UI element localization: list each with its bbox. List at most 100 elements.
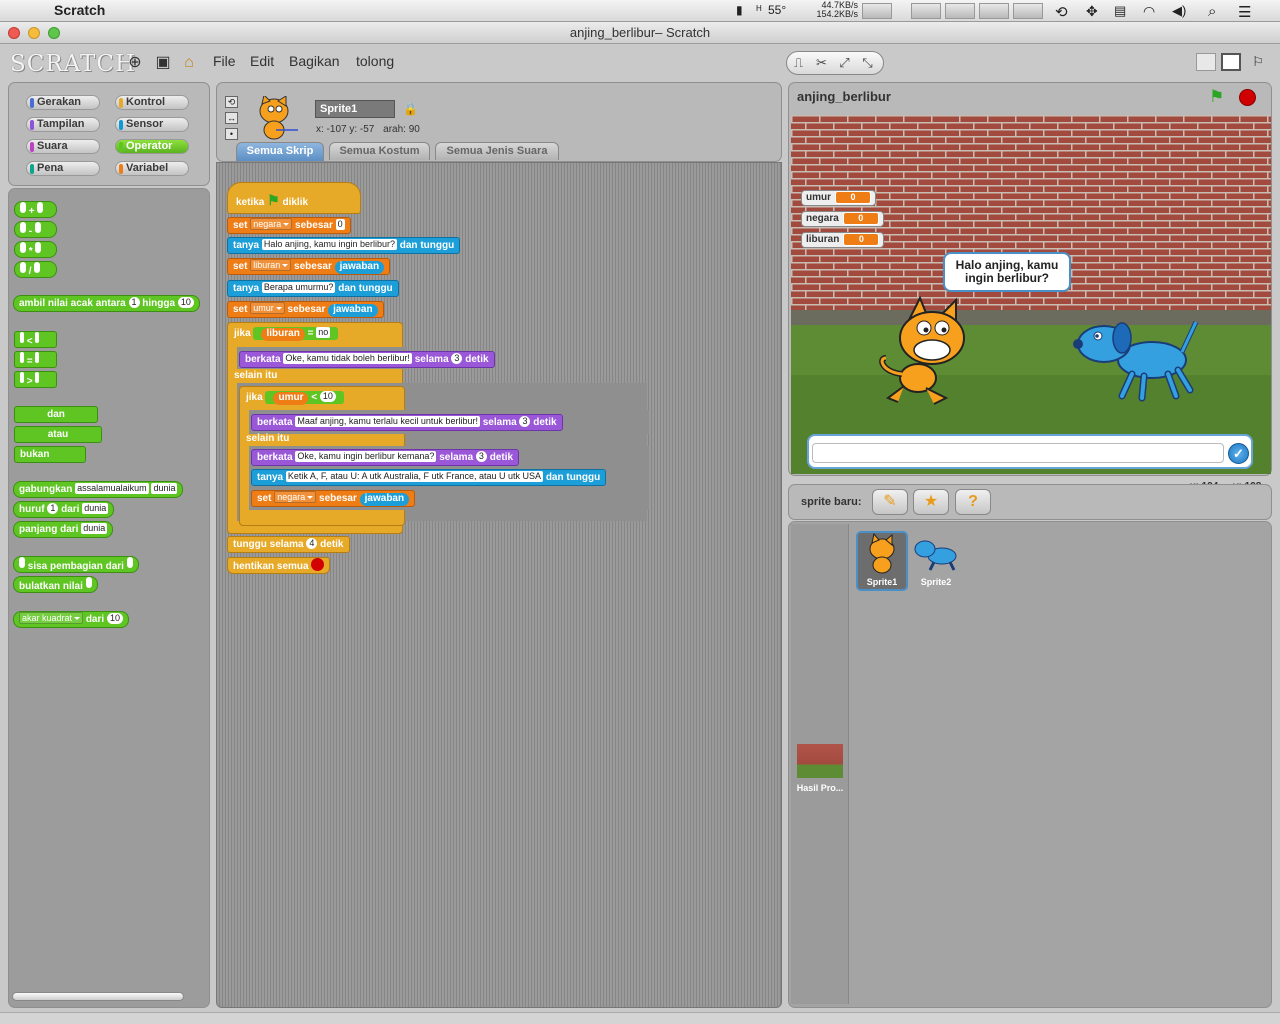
language-globe-icon[interactable]: ⊕ — [125, 53, 145, 73]
flip-left-right-icon[interactable]: ↔ — [225, 112, 238, 124]
category-tampilan[interactable]: Tampilan — [26, 117, 100, 132]
sprite-name-field[interactable]: Sprite1 — [315, 100, 395, 118]
set-liburan-block[interactable]: set liburan sebesar jawaban — [227, 258, 391, 275]
tab-scripts[interactable]: Semua Skrip — [236, 142, 324, 161]
scratch-logo: SCRATCH — [10, 51, 137, 77]
not-block[interactable]: bukan — [14, 446, 86, 463]
wait-block[interactable]: tunggu selama 4 detik — [227, 536, 350, 553]
ask-holiday-block[interactable]: tanya Halo anjing, kamu ingin berlibur? … — [227, 237, 461, 254]
meter-4 — [979, 3, 1009, 19]
stage-thumbnail[interactable] — [797, 744, 843, 778]
random-sprite-icon[interactable]: ? — [955, 489, 991, 515]
menu-share[interactable]: Bagikan — [289, 53, 340, 69]
equals-block[interactable]: = — [14, 351, 57, 368]
cat-sprite[interactable] — [868, 288, 978, 408]
green-flag-button[interactable]: ⚑ — [1209, 87, 1224, 107]
ask-country-block[interactable]: tanya Ketik A, F, atau U: A utk Australi… — [251, 469, 607, 486]
mod-block[interactable]: sisa pembagian dari — [13, 556, 139, 573]
category-label: Suara — [37, 140, 68, 152]
divide-operator-block[interactable]: / — [14, 261, 57, 278]
menu-file[interactable]: File — [213, 53, 236, 69]
add-operator-block[interactable]: + — [14, 201, 57, 218]
no-rotate-icon[interactable]: • — [225, 128, 238, 140]
tab-sounds[interactable]: Semua Jenis Suara — [435, 142, 559, 160]
choose-sprite-folder-icon[interactable]: ★ — [913, 489, 949, 515]
answer-input[interactable] — [812, 443, 1224, 463]
set-negara-block[interactable]: set negara sebesar 0 — [227, 217, 351, 234]
answer-submit-check-icon[interactable]: ✓ — [1228, 443, 1249, 464]
ask-age-block[interactable]: tanya Berapa umurmu? dan tunggu — [227, 280, 399, 297]
time-machine-icon[interactable]: ⟲ — [1055, 3, 1068, 21]
category-suara[interactable]: Suara — [26, 139, 100, 154]
menu-edit[interactable]: Edit — [250, 53, 274, 69]
shrink-icon[interactable]: ⤡ — [856, 52, 879, 74]
join-block[interactable]: gabungkan assalamualaikum dunia — [13, 481, 184, 498]
sprite2-label: Sprite2 — [920, 577, 952, 587]
delete-scissors-icon[interactable]: ✂ — [810, 52, 833, 74]
grow-icon[interactable]: ⤢ — [833, 52, 856, 74]
subtract-operator-block[interactable]: - — [14, 221, 57, 238]
normal-stage-view-button[interactable] — [1221, 53, 1241, 71]
less-than-block[interactable]: < — [14, 331, 57, 348]
lock-icon[interactable]: 🔒 — [403, 102, 418, 116]
sprite-costume-thumbnail — [259, 96, 298, 140]
and-block[interactable]: dan — [14, 406, 98, 423]
tab-costumes[interactable]: Semua Kostum — [329, 142, 430, 160]
speech-bubble: Halo anjing, kamu ingin berlibur? — [943, 252, 1071, 292]
say-where-block[interactable]: berkata Oke, kamu ingin berlibur kemana?… — [251, 449, 520, 466]
stop-all-block[interactable]: hentikan semua — [227, 557, 331, 574]
share-house-icon[interactable]: ⌂ — [179, 53, 199, 73]
set-negara-answer-block[interactable]: set negara sebesar jawaban — [251, 490, 416, 507]
set-umur-block[interactable]: set umur sebesar jawaban — [227, 301, 384, 318]
category-label: Tampilan — [37, 118, 85, 130]
category-color-marker — [30, 120, 34, 130]
flag-us-icon[interactable]: ▤ — [1114, 3, 1126, 19]
palette-scrollbar[interactable] — [12, 992, 184, 1001]
monitor-liburan[interactable]: liburan 0 — [801, 232, 885, 248]
sprite2-dog-icon[interactable] — [912, 536, 960, 574]
when-flag-clicked-label: ketika ⚑ diklik — [236, 192, 309, 209]
letter-of-block[interactable]: huruf 1 dari dunia — [13, 501, 115, 518]
rotate-all-icon[interactable]: ⟲ — [225, 96, 238, 108]
bookmark-icon[interactable]: ▮ — [736, 3, 743, 17]
category-gerakan[interactable]: Gerakan — [26, 95, 100, 110]
small-stage-view-button[interactable] — [1196, 53, 1216, 71]
minimize-window-button[interactable] — [28, 27, 40, 39]
duplicate-stamp-icon[interactable]: ⎍ — [787, 52, 810, 74]
multiply-operator-block[interactable]: * — [14, 241, 57, 258]
or-block[interactable]: atau — [14, 426, 102, 443]
stage-thumbnail-label: Hasil Pro... — [796, 783, 844, 793]
monitor-umur[interactable]: umur 0 — [801, 190, 876, 206]
dog-sprite[interactable] — [1072, 314, 1202, 404]
category-color-marker — [30, 164, 34, 174]
spotlight-search-icon[interactable]: ⌕ — [1208, 3, 1216, 20]
paint-new-sprite-icon[interactable]: ✎ — [872, 489, 908, 515]
menu-help[interactable]: tolong — [356, 53, 394, 69]
zoom-window-button[interactable] — [48, 27, 60, 39]
stage[interactable] — [791, 115, 1271, 474]
category-variabel[interactable]: Variabel — [115, 161, 189, 176]
category-pena[interactable]: Pena — [26, 161, 100, 176]
close-window-button[interactable] — [8, 27, 20, 39]
stop-button[interactable] — [1239, 89, 1256, 106]
say-too-young-block[interactable]: berkata Maaf anjing, kamu terlalu kecil … — [251, 414, 563, 431]
category-sensor[interactable]: Sensor — [115, 117, 189, 132]
notification-list-icon[interactable]: ☰ — [1238, 3, 1251, 21]
round-block[interactable]: bulatkan nilai — [13, 576, 98, 593]
app-name[interactable]: Scratch — [54, 2, 105, 18]
wifi-icon[interactable]: ◠ — [1143, 3, 1155, 20]
monitor-negara[interactable]: negara 0 — [801, 211, 884, 227]
say-not-allowed-block[interactable]: berkata Oke, kamu tidak boleh berlibur! … — [239, 351, 495, 368]
sqrt-block[interactable]: akar kuadrat dari 10 — [13, 611, 129, 628]
sprite1-cat-icon — [869, 532, 895, 574]
random-operator-block[interactable]: ambil nilai acak antara 1 hingga 10 — [13, 295, 200, 312]
category-operator[interactable]: Operator — [115, 139, 189, 154]
move-icon[interactable]: ✥ — [1086, 3, 1098, 20]
greater-than-block[interactable]: > — [14, 371, 57, 388]
volume-icon[interactable]: ◀) — [1172, 3, 1186, 19]
presentation-mode-icon[interactable]: ⚐ — [1248, 53, 1268, 71]
sprite1-label: Sprite1 — [866, 577, 898, 587]
save-disk-icon[interactable]: ▣ — [153, 53, 173, 73]
category-kontrol[interactable]: Kontrol — [115, 95, 189, 110]
length-of-block[interactable]: panjang dari dunia — [13, 521, 114, 538]
